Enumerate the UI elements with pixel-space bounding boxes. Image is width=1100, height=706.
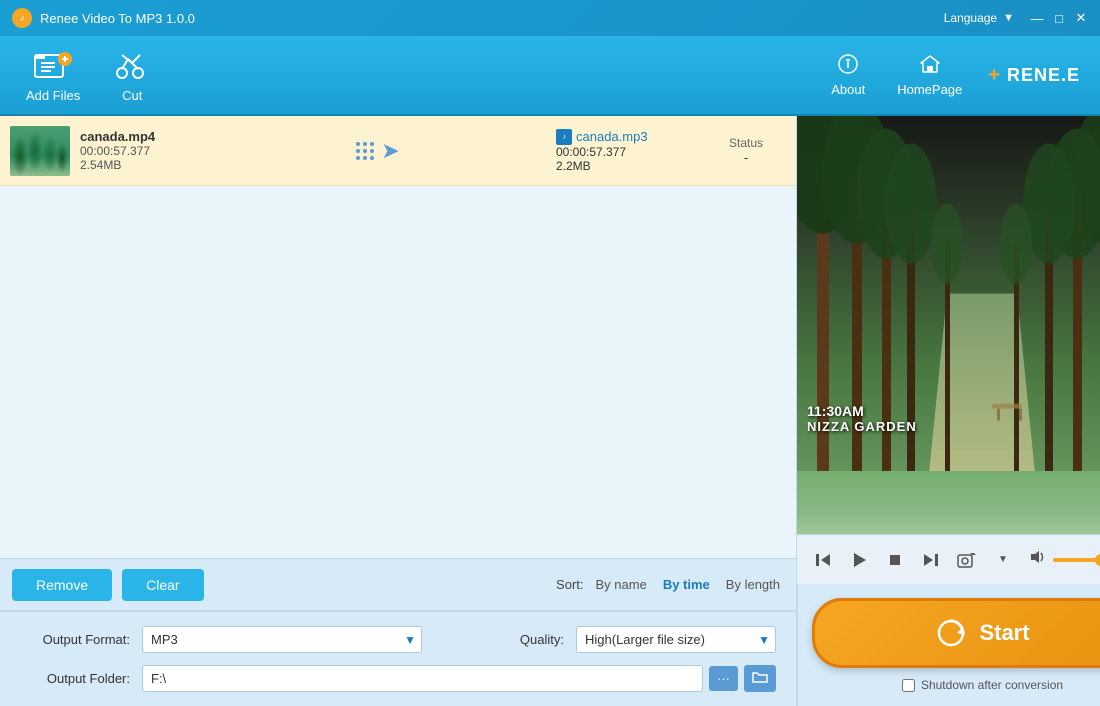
status-value: -: [706, 150, 786, 165]
cut-icon: [112, 48, 152, 84]
stop-button[interactable]: [881, 546, 909, 574]
output-file-name: canada.mp3: [576, 129, 648, 144]
window-controls[interactable]: — □ ✕: [1030, 11, 1088, 25]
skip-back-button[interactable]: [809, 546, 837, 574]
convert-arrow-icon: ➤: [356, 138, 399, 164]
about-button[interactable]: i About: [815, 45, 881, 105]
sort-area: Sort: By name By time By length: [556, 575, 784, 594]
output-file-name-row: ♪ canada.mp3: [556, 129, 696, 145]
quality-select-wrapper: High(Larger file size) Medium Low(Smalle…: [576, 626, 776, 653]
language-label: Language: [944, 11, 997, 25]
folder-input-area: ···: [142, 665, 776, 692]
output-size: 2.2MB: [556, 159, 696, 173]
screenshot-button[interactable]: [953, 546, 981, 574]
volume-icon: [1029, 549, 1047, 570]
cut-button[interactable]: Cut: [96, 40, 168, 111]
homepage-label: HomePage: [897, 82, 962, 97]
screenshot-dropdown[interactable]: ▼: [989, 546, 1017, 574]
convert-arrow-area: ➤: [210, 138, 546, 164]
close-button[interactable]: ✕: [1074, 11, 1088, 25]
title-bar: ♪ Renee Video To MP3 1.0.0 Language ▼ — …: [0, 0, 1100, 36]
output-folder-label: Output Folder:: [20, 671, 130, 686]
table-row[interactable]: canada.mp4 00:00:57.377 2.54MB: [0, 116, 796, 186]
add-files-icon: [33, 48, 73, 84]
cut-label: Cut: [122, 88, 142, 103]
app-title: Renee Video To MP3 1.0.0: [40, 11, 944, 26]
output-duration: 00:00:57.377: [556, 145, 696, 159]
thumbnail-image: [10, 126, 70, 176]
toolbar: Add Files Cut i About: [0, 36, 1100, 116]
sort-by-length[interactable]: By length: [722, 575, 784, 594]
file-thumbnail: [10, 126, 70, 176]
app-icon: ♪: [12, 8, 32, 28]
status-area: Status -: [706, 136, 786, 165]
shutdown-label: Shutdown after conversion: [921, 678, 1063, 692]
status-label: Status: [706, 136, 786, 150]
logo-area: + RENE.E: [978, 64, 1090, 87]
input-file-info: canada.mp4 00:00:57.377 2.54MB: [80, 129, 200, 172]
format-select-wrapper: MP3 MP4 WAV AAC OGG FLAC ▼: [142, 626, 422, 653]
format-quality-row: Output Format: MP3 MP4 WAV AAC OGG FLAC …: [20, 626, 776, 653]
homepage-icon: [919, 53, 941, 78]
video-preview: 11:30AM NIZZA GARDEN: [797, 116, 1100, 534]
shutdown-checkbox[interactable]: [902, 679, 915, 692]
language-dropdown-icon[interactable]: ▼: [1003, 12, 1014, 24]
left-panel: canada.mp4 00:00:57.377 2.54MB: [0, 116, 797, 706]
start-icon: [935, 617, 967, 649]
bottom-bar: Remove Clear Sort: By name By time By le…: [0, 558, 796, 610]
sort-by-time[interactable]: By time: [659, 575, 714, 594]
volume-slider[interactable]: [1053, 558, 1100, 562]
output-format-label: Output Format:: [20, 632, 130, 647]
folder-path-input[interactable]: [142, 665, 703, 692]
logo-text: RENE.E: [1007, 65, 1080, 85]
video-timestamp: 11:30AM NIZZA GARDEN: [807, 403, 917, 434]
minimize-button[interactable]: —: [1030, 11, 1044, 25]
volume-area: [1029, 549, 1100, 570]
input-duration: 00:00:57.377: [80, 144, 200, 158]
quality-select[interactable]: High(Larger file size) Medium Low(Smalle…: [576, 626, 776, 653]
language-area[interactable]: Language ▼: [944, 11, 1014, 25]
format-select[interactable]: MP3 MP4 WAV AAC OGG FLAC: [142, 626, 422, 653]
volume-knob[interactable]: [1095, 554, 1100, 566]
browse-button[interactable]: ···: [709, 666, 738, 691]
start-panel: Start Shutdown after conversion: [797, 584, 1100, 706]
mp3-icon: ♪: [556, 129, 572, 145]
output-file-info: ♪ canada.mp3 00:00:57.377 2.2MB: [556, 129, 696, 173]
player-controls: ▼: [797, 534, 1100, 584]
quality-label: Quality:: [454, 632, 564, 647]
start-label: Start: [979, 620, 1029, 646]
sort-by-name[interactable]: By name: [592, 575, 651, 594]
add-files-button[interactable]: Add Files: [10, 40, 96, 111]
main-layout: canada.mp4 00:00:57.377 2.54MB: [0, 116, 1100, 706]
clear-button[interactable]: Clear: [122, 569, 203, 601]
volume-fill: [1053, 558, 1100, 562]
shutdown-row: Shutdown after conversion: [902, 678, 1063, 692]
about-icon: i: [837, 53, 859, 78]
open-folder-button[interactable]: [744, 665, 776, 692]
homepage-button[interactable]: HomePage: [881, 45, 978, 105]
skip-forward-button[interactable]: [917, 546, 945, 574]
start-button[interactable]: Start: [812, 598, 1100, 668]
about-label: About: [831, 82, 865, 97]
add-files-label: Add Files: [26, 88, 80, 103]
file-list: canada.mp4 00:00:57.377 2.54MB: [0, 116, 796, 558]
sort-label: Sort:: [556, 577, 583, 592]
video-time: 11:30AM: [807, 403, 917, 419]
play-button[interactable]: [845, 546, 873, 574]
settings-panel: Output Format: MP3 MP4 WAV AAC OGG FLAC …: [0, 610, 796, 706]
maximize-button[interactable]: □: [1052, 11, 1066, 25]
video-location: NIZZA GARDEN: [807, 419, 917, 434]
input-file-name: canada.mp4: [80, 129, 200, 144]
right-panel: 11:30AM NIZZA GARDEN ▼: [797, 116, 1100, 706]
input-size: 2.54MB: [80, 158, 200, 172]
output-folder-row: Output Folder: ···: [20, 665, 776, 692]
remove-button[interactable]: Remove: [12, 569, 112, 601]
